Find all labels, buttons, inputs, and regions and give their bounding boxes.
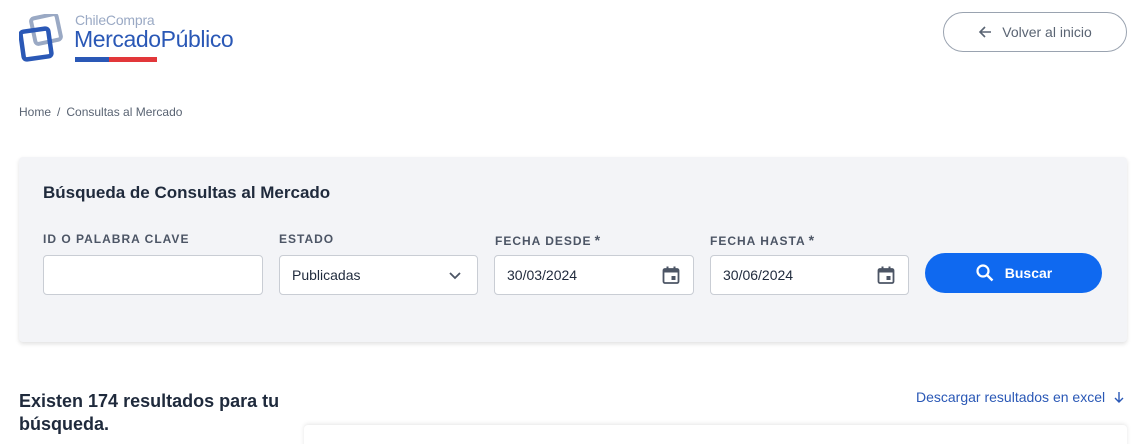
breadcrumb-separator: / <box>57 105 61 119</box>
desde-label: FECHA DESDE * <box>495 232 601 248</box>
download-excel-label: Descargar resultados en excel <box>916 389 1106 405</box>
hasta-date-input[interactable]: 30/06/2024 <box>710 255 909 295</box>
chevron-down-icon <box>449 272 461 280</box>
desde-date-input[interactable]: 30/03/2024 <box>494 255 694 295</box>
search-icon <box>976 264 994 282</box>
logo[interactable]: ChileCompra MercadoPúblico <box>19 12 259 68</box>
logo-big-text: MercadoPúblico <box>74 26 234 52</box>
download-excel-link[interactable]: Descargar resultados en excel <box>916 389 1125 405</box>
logo-mark-icon <box>19 14 63 62</box>
hasta-required-mark: * <box>808 232 816 248</box>
hasta-date-value: 30/06/2024 <box>723 267 794 283</box>
breadcrumb: Home / Consultas al Mercado <box>19 105 182 119</box>
calendar-icon[interactable] <box>876 265 896 285</box>
back-home-button[interactable]: Volver al inicio <box>943 12 1127 52</box>
estado-select-value: Publicadas <box>292 267 361 283</box>
estado-select[interactable]: Publicadas <box>279 255 478 295</box>
breadcrumb-home[interactable]: Home <box>19 105 51 119</box>
arrow-left-icon <box>979 26 992 38</box>
desde-date-value: 30/03/2024 <box>507 267 578 283</box>
search-button[interactable]: Buscar <box>925 253 1102 293</box>
arrow-down-icon <box>1114 392 1124 403</box>
calendar-icon[interactable] <box>661 265 681 285</box>
id-input[interactable] <box>43 255 263 295</box>
hasta-label: FECHA HASTA * <box>710 232 815 248</box>
search-title: Búsqueda de Consultas al Mercado <box>43 183 331 202</box>
desde-required-mark: * <box>594 232 602 248</box>
desde-label-text: FECHA DESDE <box>495 234 592 248</box>
search-card: Búsqueda de Consultas al Mercado ID O PA… <box>19 157 1127 342</box>
id-label: ID O PALABRA CLAVE <box>43 232 190 246</box>
back-home-label: Volver al inicio <box>1002 24 1092 40</box>
search-button-label: Buscar <box>1004 265 1053 281</box>
breadcrumb-current: Consultas al Mercado <box>66 105 183 119</box>
hasta-label-text: FECHA HASTA <box>710 234 806 248</box>
results-count-title: Existen 174 resultados para tu búsqueda. <box>19 391 280 434</box>
logo-bar <box>75 57 157 62</box>
results-panel <box>304 425 1127 444</box>
estado-label: ESTADO <box>279 232 335 246</box>
header: ChileCompra MercadoPúblico Volver al ini… <box>0 0 1141 80</box>
